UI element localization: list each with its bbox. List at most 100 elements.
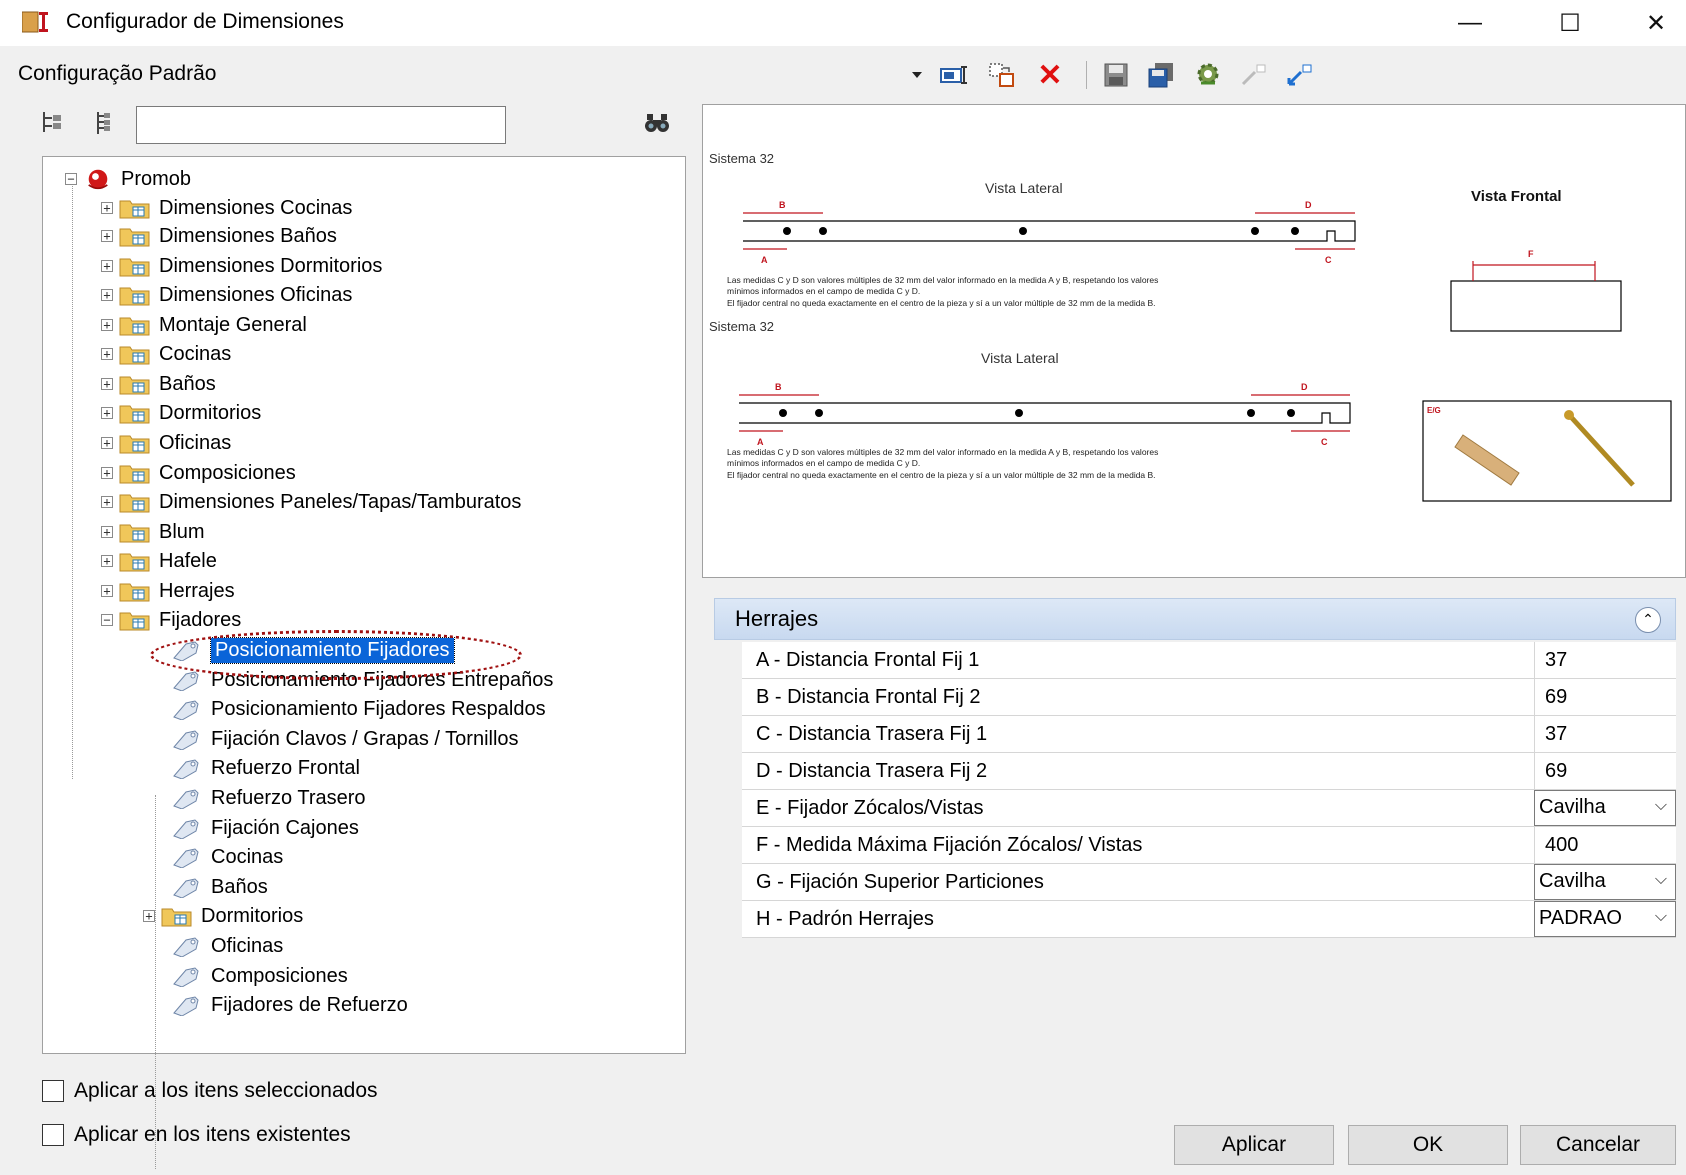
dim-label-a2: A bbox=[757, 437, 764, 447]
property-row[interactable]: E - Fijador Zócalos/Vistas Cavilha ⌵ bbox=[742, 790, 1676, 827]
tree-leaf[interactable]: Refuerzo Trasero bbox=[171, 784, 366, 812]
property-row[interactable]: G - Fijación Superior Particiones Cavilh… bbox=[742, 864, 1676, 901]
tree-leaf[interactable]: Posicionamiento Fijadores Respaldos bbox=[171, 695, 546, 723]
collapse-all-icon[interactable] bbox=[40, 110, 64, 136]
tree-view[interactable]: − Promob + Dimensiones Cocinas + Dimension… bbox=[42, 156, 686, 1169]
tree-node[interactable]: + Oficinas bbox=[101, 429, 231, 457]
apply-selected-checkbox[interactable] bbox=[42, 1080, 64, 1102]
expand-toggle[interactable]: + bbox=[101, 555, 113, 567]
property-row[interactable]: H - Padrón Herrajes PADRAO ⌵ bbox=[742, 901, 1676, 938]
expand-toggle[interactable]: + bbox=[101, 437, 113, 449]
property-value-input[interactable]: 69 bbox=[1534, 679, 1676, 715]
tree-leaf[interactable]: Fijación Cajones bbox=[171, 814, 359, 842]
tree-leaf[interactable]: Refuerzo Frontal bbox=[171, 754, 360, 782]
tree-leaf[interactable]: Baños bbox=[171, 873, 268, 901]
tree-node[interactable]: + Montaje General bbox=[101, 311, 307, 339]
tree-node[interactable]: + Baños bbox=[101, 370, 216, 398]
property-row[interactable]: F - Medida Máxima Fijación Zócalos/ Vist… bbox=[742, 827, 1676, 864]
tree-node[interactable]: + Dimensiones Cocinas bbox=[101, 194, 352, 222]
tag-icon bbox=[173, 700, 199, 720]
apply-existing-checkbox[interactable] bbox=[42, 1124, 64, 1146]
settings-icon[interactable] bbox=[1190, 58, 1226, 92]
export-icon[interactable] bbox=[1282, 58, 1318, 92]
property-value-input[interactable]: 69 bbox=[1534, 753, 1676, 789]
tree-leaf[interactable]: Cocinas bbox=[171, 843, 283, 871]
tree-leaf[interactable]: Fijación Clavos / Grapas / Tornillos bbox=[171, 725, 519, 753]
property-row[interactable]: B - Distancia Frontal Fij 2 69 bbox=[742, 679, 1676, 716]
close-button[interactable]: ✕ bbox=[1626, 0, 1686, 46]
property-value-input[interactable]: 400 bbox=[1534, 827, 1676, 863]
expand-toggle[interactable]: + bbox=[101, 348, 113, 360]
properties-group-header[interactable]: Herrajes ⌃ bbox=[714, 598, 1676, 640]
property-select[interactable]: Cavilha ⌵ bbox=[1534, 864, 1676, 900]
apply-button[interactable]: Aplicar bbox=[1174, 1125, 1334, 1165]
expand-toggle[interactable]: + bbox=[101, 260, 113, 272]
chevron-down-icon[interactable]: ⌵ bbox=[1655, 908, 1667, 926]
expand-toggle[interactable]: + bbox=[101, 407, 113, 419]
collapse-toggle[interactable]: − bbox=[101, 614, 113, 626]
tree-node-label: Fijadores bbox=[159, 608, 242, 631]
tree-node[interactable]: + Blum bbox=[101, 518, 205, 546]
property-value-input[interactable]: 37 bbox=[1534, 642, 1676, 678]
collapse-icon[interactable]: ⌃ bbox=[1635, 607, 1661, 633]
delete-icon[interactable]: ✕ bbox=[1032, 58, 1068, 92]
section1-note-line3: El fijador central no queda exactamente … bbox=[727, 298, 1156, 308]
tree-node[interactable]: + Dimensiones Oficinas bbox=[101, 281, 352, 309]
tree-node-fijadores[interactable]: − Fijadores bbox=[101, 606, 241, 634]
tree-node[interactable]: + Hafele bbox=[101, 547, 217, 575]
property-label: A - Distancia Frontal Fij 1 bbox=[756, 649, 980, 671]
property-row[interactable]: D - Distancia Trasera Fij 2 69 bbox=[742, 753, 1676, 790]
collapse-toggle[interactable]: − bbox=[65, 173, 77, 185]
screw-icon bbox=[1564, 410, 1635, 487]
chevron-down-icon[interactable]: ⌵ bbox=[1655, 871, 1667, 889]
section1-vista-lateral: Vista Lateral bbox=[985, 180, 1063, 196]
property-select[interactable]: Cavilha ⌵ bbox=[1534, 790, 1676, 826]
expand-toggle[interactable]: + bbox=[101, 289, 113, 301]
expand-toggle[interactable]: + bbox=[101, 496, 113, 508]
search-input[interactable] bbox=[136, 106, 506, 144]
expand-toggle[interactable]: + bbox=[143, 910, 155, 922]
expand-toggle[interactable]: + bbox=[101, 319, 113, 331]
ok-button[interactable]: OK bbox=[1348, 1125, 1508, 1165]
tree-leaf[interactable]: Composiciones bbox=[171, 962, 348, 990]
expand-toggle[interactable]: + bbox=[101, 467, 113, 479]
expand-all-icon[interactable] bbox=[92, 110, 114, 136]
property-select[interactable]: PADRAO ⌵ bbox=[1534, 901, 1676, 937]
expand-toggle[interactable]: + bbox=[101, 585, 113, 597]
maximize-button[interactable]: ☐ bbox=[1540, 0, 1600, 46]
tree-node[interactable]: + Composiciones bbox=[101, 459, 296, 487]
tree-node[interactable]: + Dormitorios bbox=[101, 399, 261, 427]
tree-leaf[interactable]: Fijadores de Refuerzo bbox=[171, 991, 408, 1019]
tree-node[interactable]: + Dormitorios bbox=[143, 902, 303, 930]
import-icon[interactable] bbox=[1236, 58, 1272, 92]
tree-leaf[interactable]: Oficinas bbox=[171, 932, 283, 960]
apply-existing-option[interactable]: Aplicar en los itens existentes bbox=[42, 1123, 351, 1147]
chevron-down-icon[interactable]: ⌵ bbox=[1655, 797, 1667, 815]
vista-frontal-title: Vista Frontal bbox=[1471, 188, 1562, 205]
tree-node-root[interactable]: − Promob bbox=[65, 165, 191, 193]
property-row[interactable]: C - Distancia Trasera Fij 1 37 bbox=[742, 716, 1676, 753]
expand-toggle[interactable]: + bbox=[101, 230, 113, 242]
cancel-button[interactable]: Cancelar bbox=[1520, 1125, 1676, 1165]
tree-node[interactable]: + Herrajes bbox=[101, 577, 235, 605]
minimize-button[interactable]: — bbox=[1440, 0, 1500, 46]
apply-selected-option[interactable]: Aplicar a los itens seleccionados bbox=[42, 1079, 378, 1103]
property-value-input[interactable]: 37 bbox=[1534, 716, 1676, 752]
tree-node[interactable]: + Dimensiones Baños bbox=[101, 222, 337, 250]
dim-label-b2: B bbox=[775, 382, 782, 392]
tree-node[interactable]: + Dimensiones Dormitorios bbox=[101, 252, 382, 280]
expand-toggle[interactable]: + bbox=[101, 202, 113, 214]
save-as-icon[interactable] bbox=[1144, 58, 1180, 92]
expand-toggle[interactable]: + bbox=[101, 526, 113, 538]
binoculars-search-icon[interactable] bbox=[644, 112, 670, 140]
tree-node-label: Montaje General bbox=[159, 313, 307, 336]
dropdown-arrow-icon[interactable] bbox=[908, 58, 926, 92]
property-row[interactable]: A - Distancia Frontal Fij 1 37 bbox=[742, 642, 1676, 679]
tree-node[interactable]: + Cocinas bbox=[101, 340, 231, 368]
rename-icon[interactable] bbox=[936, 58, 972, 92]
tree-node[interactable]: + Dimensiones Paneles/Tapas/Tamburatos bbox=[101, 488, 521, 516]
diagram-drawing: B A D C B A D C F E/G Sistema 32 Vista L… bbox=[709, 151, 1672, 502]
copy-icon[interactable] bbox=[984, 58, 1020, 92]
save-icon[interactable] bbox=[1098, 58, 1134, 92]
expand-toggle[interactable]: + bbox=[101, 378, 113, 390]
